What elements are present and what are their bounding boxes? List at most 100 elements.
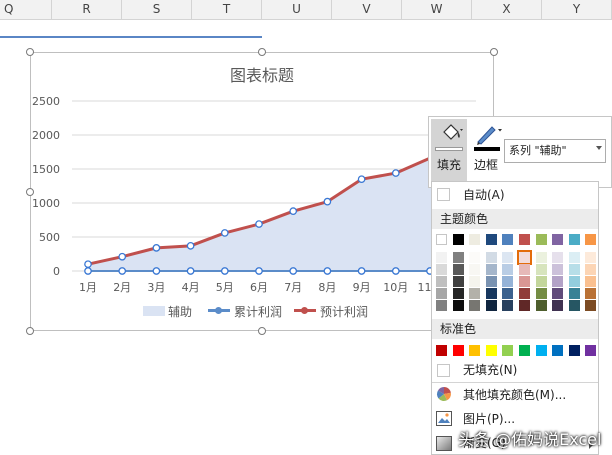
legend-label-plan[interactable]: 预计利润 <box>320 303 368 320</box>
standard-color-swatch[interactable] <box>585 345 597 356</box>
theme-color-shade-swatch[interactable] <box>552 252 564 263</box>
resize-handle-bl[interactable] <box>26 327 34 335</box>
theme-color-shade-swatch[interactable] <box>436 252 447 263</box>
resize-handle-tr[interactable] <box>490 48 498 56</box>
border-label[interactable]: 边框 <box>474 156 498 173</box>
theme-color-swatch[interactable] <box>519 234 530 245</box>
theme-color-shade-swatch[interactable] <box>535 288 547 299</box>
chart-title[interactable]: 图表标题 <box>30 62 494 86</box>
data-point-marker <box>357 267 366 275</box>
data-point-marker <box>323 197 332 206</box>
data-point-marker <box>118 267 127 275</box>
standard-color-swatch[interactable] <box>469 345 481 356</box>
theme-color-shade-swatch[interactable] <box>568 300 580 311</box>
theme-color-shade-swatch[interactable] <box>452 300 464 311</box>
theme-color-shade-swatch[interactable] <box>519 288 530 299</box>
theme-color-shade-swatch[interactable] <box>452 252 464 263</box>
theme-color-shade-swatch[interactable] <box>436 276 447 287</box>
theme-color-shade-swatch[interactable] <box>502 288 514 299</box>
theme-color-swatch[interactable] <box>469 234 481 245</box>
theme-color-shade-swatch[interactable] <box>469 288 481 299</box>
x-tick-label: 4月 <box>182 281 200 294</box>
no-fill-swatch[interactable] <box>437 364 450 377</box>
theme-color-shade-swatch[interactable] <box>535 252 547 263</box>
theme-color-swatch[interactable] <box>535 234 547 245</box>
theme-color-shade-swatch[interactable] <box>568 276 580 287</box>
theme-color-shade-swatch[interactable] <box>585 252 597 263</box>
theme-color-shade-swatch[interactable] <box>485 252 497 263</box>
data-point-marker <box>186 241 195 250</box>
theme-color-shade-swatch[interactable] <box>585 264 597 275</box>
data-point-marker <box>255 267 263 275</box>
theme-color-shade-swatch[interactable] <box>519 276 530 287</box>
theme-color-shade-swatch[interactable] <box>568 288 580 299</box>
standard-color-swatch[interactable] <box>519 345 530 356</box>
theme-color-shade-swatch[interactable] <box>519 264 530 275</box>
theme-color-shade-swatch[interactable] <box>469 276 481 287</box>
theme-color-shade-swatch[interactable] <box>485 264 497 275</box>
legend-label-aux[interactable]: 辅助 <box>168 303 192 320</box>
theme-color-shade-swatch[interactable] <box>502 252 514 263</box>
resize-handle-tl[interactable] <box>26 48 34 56</box>
theme-color-shade-swatch[interactable] <box>469 300 481 311</box>
theme-color-shade-swatch[interactable] <box>485 300 497 311</box>
theme-color-shade-swatch[interactable] <box>585 300 597 311</box>
theme-color-shade-swatch[interactable] <box>568 252 580 263</box>
standard-color-swatch[interactable] <box>485 345 497 356</box>
legend-marker-plan <box>301 307 308 314</box>
theme-color-shade-swatch[interactable] <box>436 264 447 275</box>
theme-color-shade-swatch[interactable] <box>552 288 564 299</box>
series-selector[interactable]: 系列 "辅助" <box>504 139 606 163</box>
theme-color-shade-swatch[interactable] <box>469 252 481 263</box>
theme-color-swatch[interactable] <box>502 234 514 245</box>
theme-color-shade-swatch[interactable] <box>452 276 464 287</box>
standard-color-swatch[interactable] <box>452 345 464 356</box>
theme-color-shade-swatch[interactable] <box>469 264 481 275</box>
theme-color-swatch[interactable] <box>485 234 497 245</box>
theme-color-shade-swatch[interactable] <box>452 288 464 299</box>
picture-icon <box>436 411 452 426</box>
theme-color-shade-swatch[interactable] <box>552 300 564 311</box>
theme-color-shade-swatch[interactable] <box>585 276 597 287</box>
theme-color-shade-swatch[interactable] <box>452 264 464 275</box>
auto-color-swatch[interactable] <box>437 188 450 201</box>
theme-color-shade-swatch[interactable] <box>485 276 497 287</box>
theme-color-shade-swatch[interactable] <box>552 264 564 275</box>
no-fill-option[interactable]: 无填充(N) <box>463 359 517 381</box>
theme-color-swatch[interactable] <box>436 234 447 245</box>
theme-color-shade-swatch[interactable] <box>517 250 532 265</box>
legend-label-cum[interactable]: 累计利润 <box>234 303 282 320</box>
resize-handle-bottom[interactable] <box>258 327 266 335</box>
theme-color-shade-swatch[interactable] <box>585 288 597 299</box>
fill-label: 填充 <box>437 158 462 172</box>
theme-color-shade-swatch[interactable] <box>436 300 447 311</box>
border-color-bar <box>474 147 500 151</box>
theme-color-swatch[interactable] <box>568 234 580 245</box>
pen-icon[interactable] <box>474 122 504 146</box>
legend-marker-cum <box>215 307 222 314</box>
standard-color-swatch[interactable] <box>568 345 580 356</box>
theme-color-shade-swatch[interactable] <box>436 288 447 299</box>
theme-color-shade-swatch[interactable] <box>535 276 547 287</box>
theme-color-shade-swatch[interactable] <box>502 300 514 311</box>
theme-color-shade-swatch[interactable] <box>502 264 514 275</box>
theme-color-shade-swatch[interactable] <box>502 276 514 287</box>
theme-color-shade-swatch[interactable] <box>568 264 580 275</box>
theme-color-shade-swatch[interactable] <box>519 300 530 311</box>
theme-color-shade-swatch[interactable] <box>535 300 547 311</box>
theme-color-shade-swatch[interactable] <box>552 276 564 287</box>
standard-color-swatch[interactable] <box>502 345 514 356</box>
standard-color-swatch[interactable] <box>436 345 447 356</box>
chevron-down-icon[interactable] <box>596 146 602 150</box>
resize-handle-top[interactable] <box>258 48 266 56</box>
resize-handle-left[interactable] <box>26 188 34 196</box>
theme-color-shade-swatch[interactable] <box>485 288 497 299</box>
standard-color-swatch[interactable] <box>552 345 564 356</box>
standard-color-swatch[interactable] <box>535 345 547 356</box>
theme-color-swatch[interactable] <box>552 234 564 245</box>
theme-color-swatch[interactable] <box>585 234 597 245</box>
auto-option[interactable]: 自动(A) <box>463 184 505 206</box>
theme-color-shade-swatch[interactable] <box>535 264 547 275</box>
more-fill-colors-option[interactable]: 其他填充颜色(M)... <box>463 384 566 406</box>
theme-color-swatch[interactable] <box>452 234 464 245</box>
